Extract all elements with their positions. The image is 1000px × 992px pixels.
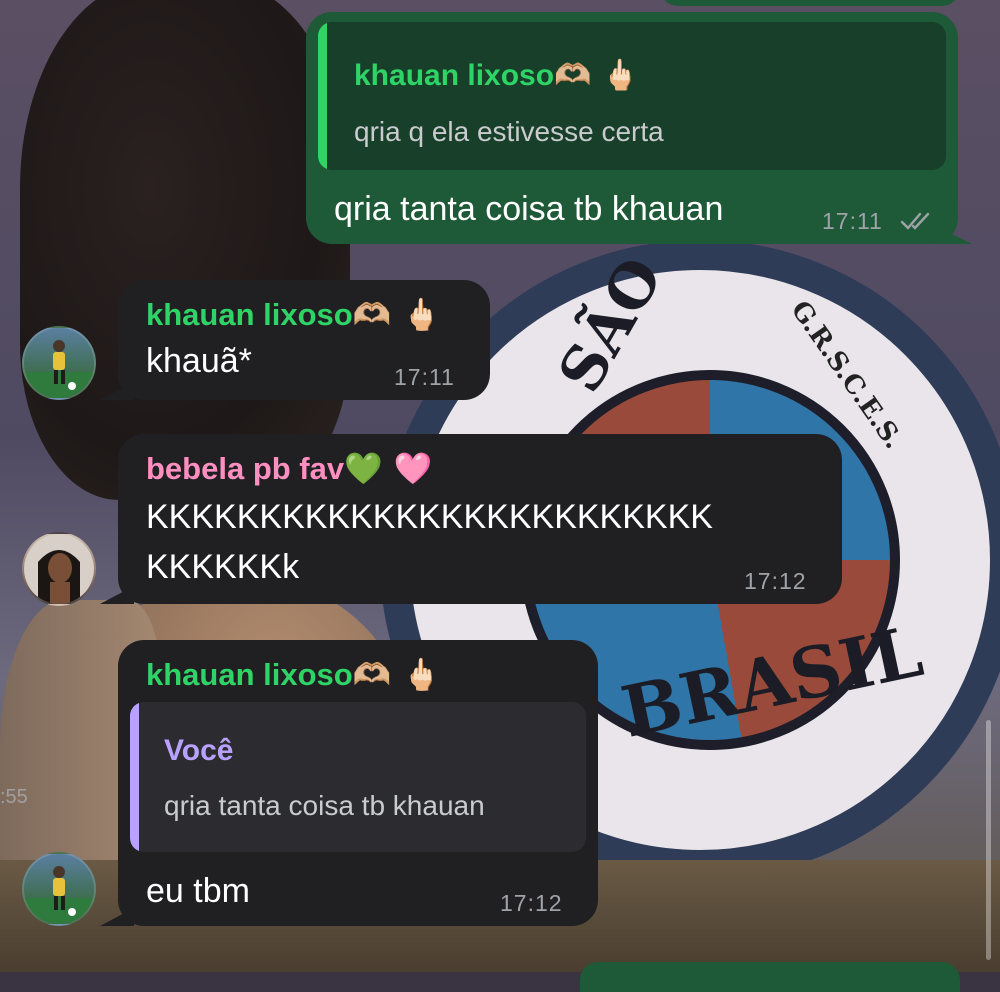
quoted-message[interactable]: Você qria tanta coisa tb khauan (130, 702, 586, 852)
double-check-icon (900, 212, 930, 230)
message-bubble-incoming[interactable]: khauan lixoso🫶🏼 🖕🏻 khauã* 17:11 (118, 280, 490, 400)
sender-name: khauan lixoso🫶🏼 🖕🏻 (146, 296, 441, 333)
sender-emoji: 💚 🩷 (344, 451, 433, 487)
message-timestamp: 17:12 (500, 890, 563, 916)
message-timestamp: 17:12 (744, 568, 807, 594)
previous-message-fragment (660, 0, 960, 6)
message-text: qria tanta coisa tb khauan (334, 190, 724, 228)
message-bubble-incoming[interactable]: khauan lixoso🫶🏼 🖕🏻 Você qria tanta coisa… (118, 640, 598, 926)
avatar-image (24, 340, 94, 398)
girl-selfie-avatar[interactable] (22, 532, 96, 606)
sender-name-text: khauan lixoso (146, 297, 353, 332)
soccer-player-avatar[interactable] (22, 852, 96, 926)
sender-name: bebela pb fav💚 🩷 (146, 450, 432, 487)
sender-name-text: bebela pb fav (146, 451, 345, 486)
quote-accent-bar (318, 22, 327, 170)
quoted-message-text: qria q ela estivesse certa (354, 116, 664, 147)
scrollbar[interactable] (986, 720, 991, 960)
message-timestamp: 17:11 (394, 364, 455, 390)
quote-accent-bar (130, 702, 139, 852)
partial-timestamp: :55 (0, 786, 28, 808)
avatar-image (24, 866, 94, 924)
message-timestamp: 17:11 (822, 208, 883, 234)
sender-name-text: khauan lixoso (146, 657, 353, 692)
next-message-fragment (580, 962, 960, 992)
message-bubble-incoming[interactable]: bebela pb fav💚 🩷 KKKKKKKKKKKKKKKKKKKKKKK… (118, 434, 842, 604)
quoted-sender-name: khauan lixoso🫶🏼 🖕🏻 (354, 58, 639, 93)
sender-name: khauan lixoso🫶🏼 🖕🏻 (146, 656, 441, 693)
message-text: eu tbm (146, 872, 250, 910)
quoted-sender-name: Você (164, 734, 234, 767)
quoted-message-text: qria tanta coisa tb khauan (164, 790, 485, 821)
sender-emoji: 🫶🏼 🖕🏻 (352, 297, 441, 333)
message-text-line: KKKKKKk (146, 548, 300, 586)
message-text: khauã* (146, 342, 252, 380)
quoted-message[interactable]: khauan lixoso🫶🏼 🖕🏻 qria q ela estivesse … (318, 22, 946, 170)
avatar-image (24, 534, 94, 604)
quoted-sender-text: khauan lixoso (354, 59, 555, 92)
soccer-player-avatar[interactable] (22, 326, 96, 400)
message-text-line: KKKKKKKKKKKKKKKKKKKKKKKKK (146, 498, 713, 536)
sender-emoji: 🫶🏼 🖕🏻 (554, 58, 640, 93)
message-bubble-outgoing[interactable]: khauan lixoso🫶🏼 🖕🏻 qria q ela estivesse … (306, 12, 958, 244)
sender-emoji: 🫶🏼 🖕🏻 (352, 657, 441, 693)
